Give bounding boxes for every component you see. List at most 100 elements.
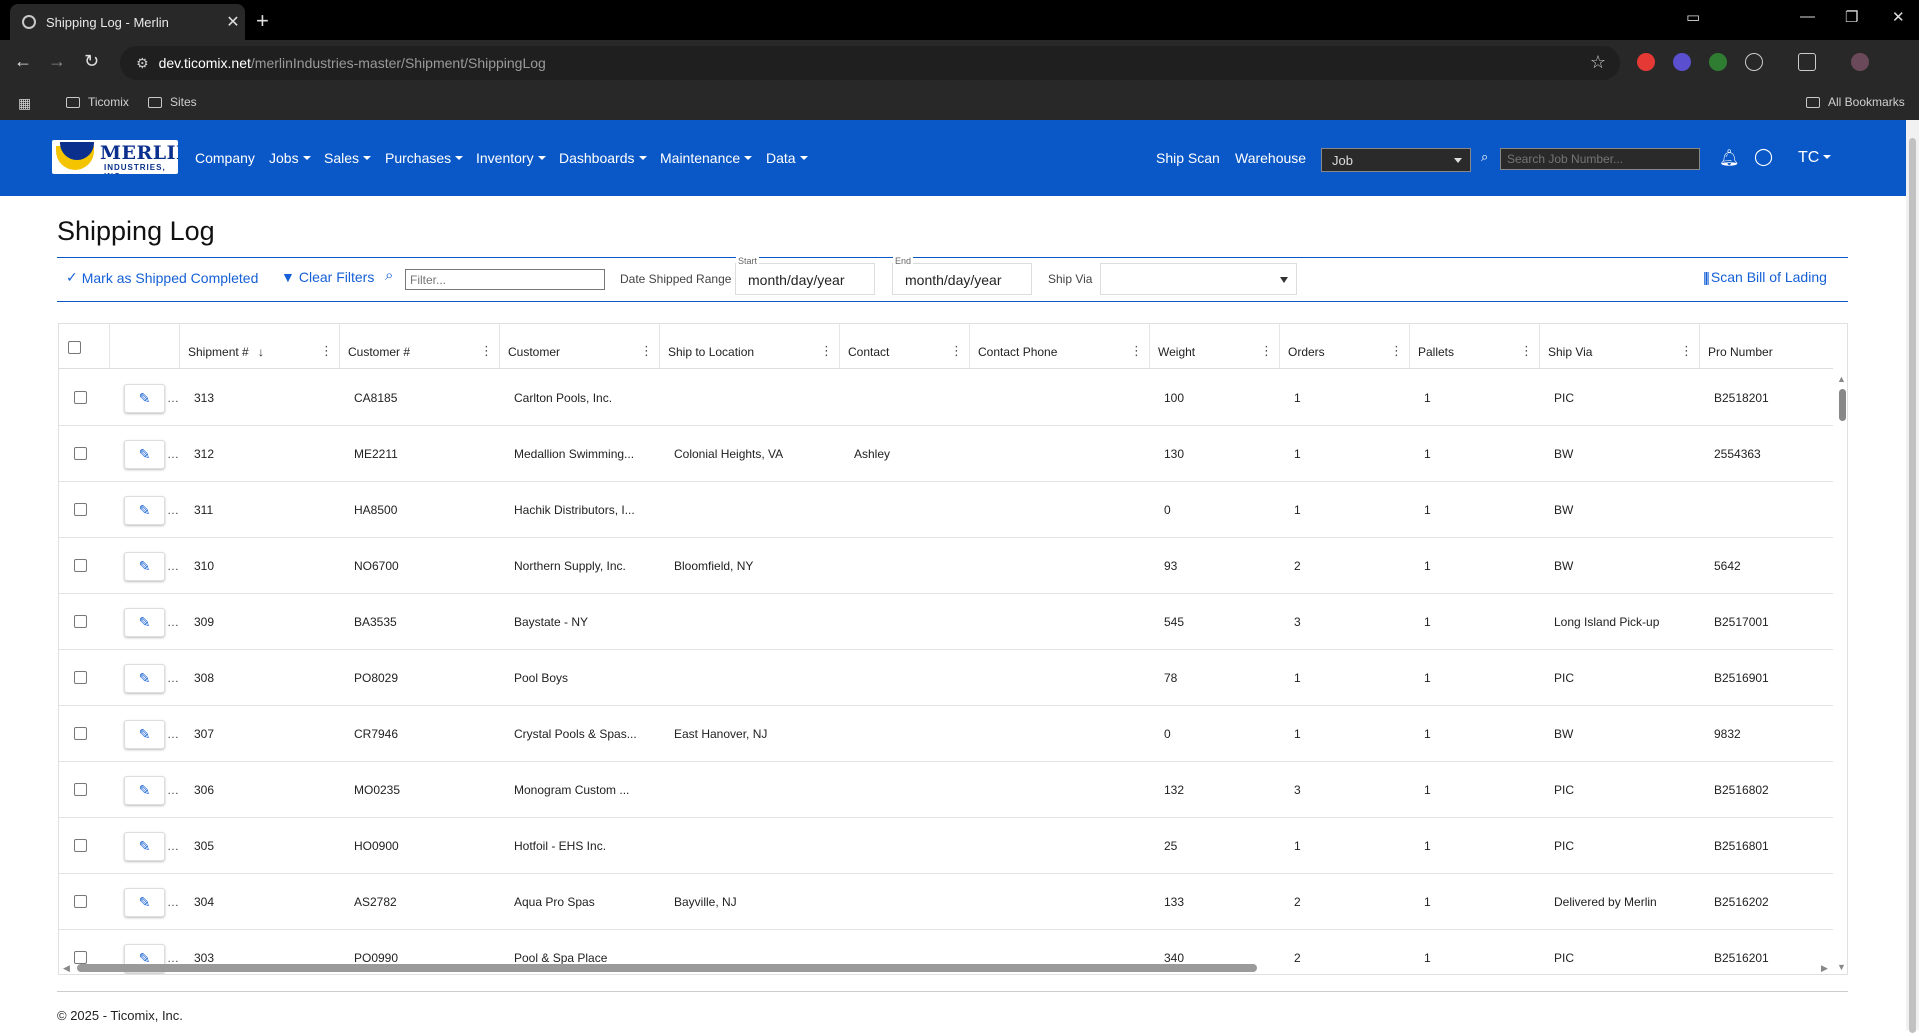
table-row[interactable]: ✎ … 313 CA8185 Carlton Pools, Inc. 100 1 1 PIC B2… [59,370,1833,426]
minimize-icon[interactable]: — [1800,8,1815,25]
header-pallets[interactable]: Pallets ⋮ [1410,324,1540,369]
user-menu[interactable]: TC [1798,149,1831,167]
edit-row-button[interactable]: ✎ [124,440,165,469]
header-customer-no[interactable]: Customer # ⋮ [340,324,500,369]
edit-row-button[interactable]: ✎ [124,552,165,581]
scan-bol-button[interactable]: ||| Scan Bill of Lading [1703,269,1827,285]
row-checkbox[interactable] [74,447,87,460]
forward-icon[interactable]: → [48,51,66,72]
header-contact[interactable]: Contact ⋮ [840,324,970,369]
warehouse-link[interactable]: Warehouse [1235,150,1306,166]
apps-grid-icon[interactable]: ▦ [18,95,31,112]
scroll-right-icon[interactable]: ▶ [1821,963,1828,974]
mark-shipped-button[interactable]: ✓ Mark as Shipped Completed [66,269,258,286]
table-row[interactable]: ✎ … 305 HO0900 Hotfoil - EHS Inc. 25 1 1 PIC B251… [59,818,1833,874]
column-menu-icon[interactable]: ⋮ [1520,343,1533,359]
ship-via-select[interactable] [1100,263,1297,295]
scroll-down-icon[interactable]: ▼ [1837,962,1846,972]
row-checkbox[interactable] [74,895,87,908]
menu-inventory[interactable]: Inventory [476,150,546,166]
column-menu-icon[interactable]: ⋮ [1680,343,1693,359]
column-menu-icon[interactable]: ⋮ [1130,343,1143,359]
column-menu-icon[interactable]: ⋮ [1260,343,1273,359]
row-checkbox[interactable] [74,391,87,404]
bookmark-folder-ticomix[interactable]: Ticomix [66,95,129,109]
table-row[interactable]: ✎ … 309 BA3535 Baystate - NY 545 3 1 Long Island… [59,594,1833,650]
close-tab-icon[interactable]: ✕ [221,12,245,32]
edit-row-button[interactable]: ✎ [124,832,165,861]
horizontal-scroll-thumb[interactable] [77,964,1257,972]
merlin-logo[interactable]: MERLIN INDUSTRIES, INC. [52,140,178,174]
column-menu-icon[interactable]: ⋮ [1390,343,1403,359]
table-row[interactable]: ✎ … 307 CR7946 Crystal Pools & Spas... East H… [59,706,1833,762]
header-pro-number[interactable]: Pro Number [1700,324,1833,369]
all-bookmarks[interactable]: All Bookmarks [1806,95,1905,109]
browser-tab[interactable]: Shipping Log - Merlin ✕ [10,4,245,40]
side-panel-icon[interactable] [1798,53,1816,71]
extension-icon[interactable] [1637,53,1655,71]
edit-row-button[interactable]: ✎ [124,384,165,413]
profile-avatar[interactable] [1851,53,1869,71]
page-scroll-thumb[interactable] [1909,138,1916,1033]
header-ship-via[interactable]: Ship Via ⋮ [1540,324,1700,369]
header-weight[interactable]: Weight ⋮ [1150,324,1280,369]
header-shipment[interactable]: Shipment # ↓ ⋮ [180,324,340,369]
end-date-field[interactable]: End month/day/year [892,256,1032,295]
ship-scan-link[interactable]: Ship Scan [1156,150,1220,166]
table-row[interactable]: ✎ … 306 MO0235 Monogram Custom ... 132 3 1 PIC B2… [59,762,1833,818]
table-row[interactable]: ✎ … 308 PO8029 Pool Boys 78 1 1 PIC B2516901 [59,650,1833,706]
chat-icon[interactable]: ◯ [1754,147,1773,167]
restore-icon[interactable]: ❐ [1845,8,1858,26]
new-tab-icon[interactable]: + [256,8,269,34]
header-ship-to-location[interactable]: Ship to Location ⋮ [660,324,840,369]
select-all-checkbox[interactable] [68,341,81,354]
column-menu-icon[interactable]: ⋮ [820,343,833,359]
menu-data[interactable]: Data [766,150,808,166]
menu-maintenance[interactable]: Maintenance [660,150,752,166]
edit-row-button[interactable]: ✎ [124,608,165,637]
row-checkbox[interactable] [74,839,87,852]
job-type-select[interactable]: Job [1321,148,1471,172]
back-icon[interactable]: ← [14,51,32,72]
start-date-field[interactable]: Start month/day/year [735,256,875,295]
row-checkbox[interactable] [74,503,87,516]
row-checkbox[interactable] [74,951,87,964]
row-checkbox[interactable] [74,559,87,572]
menu-company[interactable]: Company [195,150,255,166]
scroll-left-icon[interactable]: ◀ [63,963,70,974]
bookmark-folder-sites[interactable]: Sites [148,95,197,109]
url-field[interactable]: ⚙ dev.ticomix.net /merlinIndustries-mast… [120,46,1620,80]
column-menu-icon[interactable]: ⋮ [950,343,963,359]
table-row[interactable]: ✎ … 312 ME2211 Medallion Swimming... Colonial… [59,426,1833,482]
scroll-up-icon[interactable]: ▲ [1837,374,1846,384]
filter-input[interactable] [405,269,605,290]
column-menu-icon[interactable]: ⋮ [320,343,333,359]
vertical-scrollbar[interactable] [1835,372,1847,967]
table-row[interactable]: ✎ … 304 AS2782 Aqua Pro Spas Bayville, NJ 133 2… [59,874,1833,930]
row-checkbox[interactable] [74,615,87,628]
close-window-icon[interactable]: ✕ [1892,8,1905,26]
bell-icon[interactable]: 🔔︎ [1719,148,1739,168]
extension-icon[interactable] [1673,53,1691,71]
header-orders[interactable]: Orders ⋮ [1280,324,1410,369]
vertical-scroll-thumb[interactable] [1839,389,1846,421]
table-row[interactable]: ✎ … 311 HA8500 Hachik Distributors, I... 0 1 1 B… [59,482,1833,538]
menu-jobs[interactable]: Jobs [269,150,311,166]
reload-icon[interactable]: ↻ [84,51,99,72]
row-checkbox[interactable] [74,783,87,796]
edit-row-button[interactable]: ✎ [124,664,165,693]
row-checkbox[interactable] [74,727,87,740]
site-info-icon[interactable]: ⚙ [136,55,149,72]
edit-row-button[interactable]: ✎ [124,720,165,749]
clear-filters-button[interactable]: ▼ Clear Filters [281,269,374,285]
menu-dashboards[interactable]: Dashboards [559,150,647,166]
page-scrollbar[interactable] [1906,120,1919,1033]
header-customer[interactable]: Customer ⋮ [500,324,660,369]
menu-sales[interactable]: Sales [324,150,371,166]
edit-row-button[interactable]: ✎ [124,496,165,525]
column-menu-icon[interactable]: ⋮ [640,343,653,359]
edit-row-button[interactable]: ✎ [124,888,165,917]
edit-row-button[interactable]: ✎ [124,776,165,805]
row-checkbox[interactable] [74,671,87,684]
job-number-search-input[interactable] [1500,148,1700,170]
